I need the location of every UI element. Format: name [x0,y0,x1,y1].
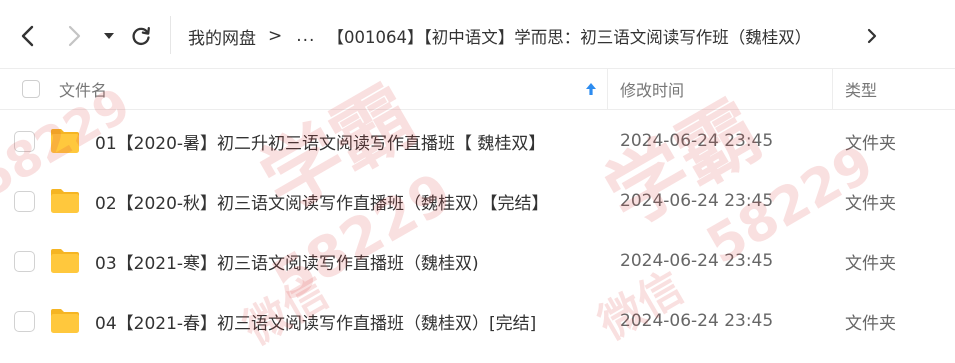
arrow-right-icon [68,25,81,47]
file-modified-time: 2024-06-24 23:45 [620,131,774,151]
back-button[interactable] [14,22,42,50]
caret-down-icon [104,33,114,39]
file-modified-time: 2024-06-24 23:45 [620,311,774,331]
table-row[interactable]: 03【2021-寒】初三语文阅读写作直播班（魏桂双) 2024-06-24 23… [0,231,955,291]
row-checkbox[interactable] [14,311,35,332]
file-name[interactable]: 03【2021-寒】初三语文阅读写作直播班（魏桂双) [95,231,479,291]
file-modified-time: 2024-06-24 23:45 [620,251,774,271]
file-type: 文件夹 [845,133,896,154]
table-row[interactable]: 02【2020-秋】初三语文阅读写作直播班（魏桂双）【完结】 2024-06-2… [0,171,955,231]
file-modified-time: 2024-06-24 23:45 [620,191,774,211]
folder-icon [51,129,79,153]
row-checkbox[interactable] [14,191,35,212]
file-type: 文件夹 [845,193,896,214]
history-dropdown-button[interactable] [98,22,120,50]
chevron-right-icon [867,28,877,44]
row-checkbox[interactable] [14,131,35,152]
breadcrumb-root[interactable]: 我的网盘 [188,24,256,49]
column-header-name[interactable]: 文件名 [59,69,107,109]
breadcrumb-ellipsis[interactable]: ... [296,26,315,46]
select-all-checkbox[interactable] [22,80,40,98]
column-header-type[interactable]: 类型 [845,69,877,109]
breadcrumb-current[interactable]: 【001064】【初中语文】学而思：初三语文阅读写作班（魏桂双） [327,24,811,48]
row-checkbox[interactable] [14,251,35,272]
sort-button[interactable] [585,69,599,109]
breadcrumb-separator: > [268,26,283,46]
folder-icon [51,309,79,333]
folder-icon [51,249,79,273]
column-divider[interactable] [607,69,608,109]
file-name[interactable]: 02【2020-秋】初三语文阅读写作直播班（魏桂双）【完结】 [95,171,549,231]
table-row[interactable]: 04【2021-春】初三语文阅读写作直播班（魏桂双）[完结] 2024-06-2… [0,291,955,351]
breadcrumb: 我的网盘 > ... 【001064】【初中语文】学而思：初三语文阅读写作班（魏… [188,22,811,50]
toolbar: 我的网盘 > ... 【001064】【初中语文】学而思：初三语文阅读写作班（魏… [0,0,955,68]
breadcrumb-next-button[interactable] [862,22,882,50]
column-header-modified[interactable]: 修改时间 [620,69,684,109]
refresh-button[interactable] [127,22,155,50]
table-row[interactable]: 01【2020-暑】初二升初三语文阅读写作直播班【 魏桂双】 2024-06-2… [0,111,955,171]
file-name[interactable]: 01【2020-暑】初二升初三语文阅读写作直播班【 魏桂双】 [95,111,545,171]
column-divider[interactable] [832,69,833,109]
table-header: 文件名 修改时间 类型 [0,68,955,110]
forward-button[interactable] [60,22,88,50]
refresh-icon [132,27,150,46]
up-arrow-icon [586,83,596,95]
arrow-left-icon [21,25,34,47]
file-type: 文件夹 [845,313,896,334]
file-type: 文件夹 [845,253,896,274]
toolbar-divider [170,16,171,54]
file-name[interactable]: 04【2021-春】初三语文阅读写作直播班（魏桂双）[完结] [95,291,536,351]
folder-icon [51,189,79,213]
